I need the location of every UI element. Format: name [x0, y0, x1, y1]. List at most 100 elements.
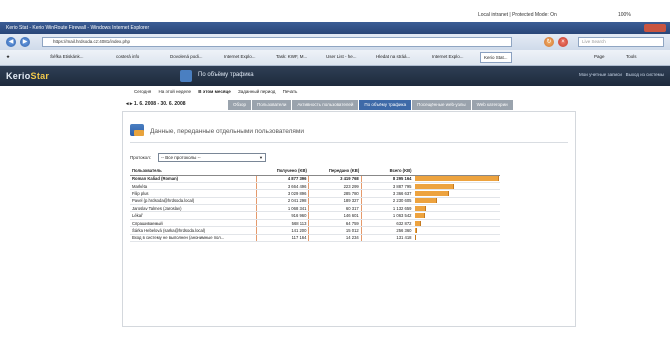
- traffic-bar-cell: [413, 182, 500, 191]
- divider: [130, 142, 568, 143]
- total-cell: 1 063 542: [360, 211, 414, 220]
- prev-period-icon[interactable]: ◂ ▸: [126, 101, 132, 107]
- tab-users[interactable]: Пользователи: [252, 100, 292, 110]
- user-cell[interactable]: Спрашиваемый: [130, 219, 257, 228]
- filter-today[interactable]: Сегодня: [134, 89, 151, 94]
- favorites-tab-bar: ★ Šéfka Etiskánk... costerá info Dovolen…: [0, 50, 670, 66]
- total-cell: 131 418: [360, 234, 414, 243]
- filter-this-month[interactable]: В этом месяце: [198, 89, 231, 94]
- sent-cell: 64 759: [308, 219, 362, 228]
- table-row: Filip plus 3 029 896 285 780 3 366 637: [130, 189, 500, 198]
- user-cell[interactable]: Filip plus: [130, 189, 257, 198]
- col-total[interactable]: Всего (KB): [361, 166, 414, 176]
- traffic-table: Пользователь Получено (KB) Передано (KB)…: [130, 166, 500, 243]
- tab-2[interactable]: costerá info: [116, 54, 139, 59]
- tools-menu[interactable]: Tools: [626, 54, 637, 59]
- table-row: Lékař 916 960 146 601 1 063 542: [130, 211, 500, 220]
- table-header-row: Пользователь Получено (KB) Передано (KB)…: [130, 166, 500, 176]
- filter-custom-period[interactable]: Заданный период: [238, 89, 275, 94]
- window-title: Kerio Stat - Kerio WinRoute Firewall - W…: [6, 25, 150, 31]
- protocol-label: Протокол:: [130, 155, 151, 160]
- received-cell: 2 041 298: [256, 197, 309, 206]
- tab-web-categories[interactable]: Web категории: [471, 100, 513, 110]
- user-cell[interactable]: Lékař: [130, 211, 257, 220]
- traffic-bar-cell: [413, 197, 500, 206]
- tab-by-traffic[interactable]: По объёму трафика: [359, 100, 412, 110]
- total-cell: 632 872: [360, 219, 414, 228]
- tab-visited-sites[interactable]: Посещённые web-узлы: [412, 100, 471, 110]
- traffic-bar: [414, 190, 450, 196]
- protocol-select[interactable]: -- Все протоколы -- ▼: [158, 153, 266, 162]
- sent-cell: 14 234: [308, 234, 362, 243]
- period-filters: Сегодня На этой неделе В этом месяце Зад…: [134, 89, 554, 99]
- table-row: Спрашиваемый 568 113 64 759 632 872: [130, 219, 500, 228]
- user-cell[interactable]: Roman Kaliad (Roman): [130, 175, 257, 183]
- window-close-button[interactable]: [644, 24, 666, 32]
- tab-kerio-stat-active[interactable]: Kerio Stat...: [480, 52, 512, 63]
- table-row: Roman Kaliad (Roman) 4 877 396 3 419 768 8 …: [130, 175, 500, 183]
- tab-4[interactable]: Internet Explo...: [224, 54, 256, 59]
- user-cell[interactable]: Pavel (p.hrdsoda@hrdsoda.local): [130, 197, 257, 206]
- total-cell: 1 132 659: [360, 204, 414, 213]
- table-row: Šárka Hebelová (sarka@hrdsoda.local) 141 …: [130, 226, 500, 235]
- report-tabs: Обзор Пользователи Активность пользовате…: [228, 100, 514, 110]
- received-cell: 4 877 396: [256, 175, 309, 183]
- tab-user-activity[interactable]: Активность пользователей: [292, 100, 359, 110]
- tab-overview[interactable]: Обзор: [228, 100, 251, 110]
- tab-6[interactable]: User List - he...: [326, 54, 357, 59]
- traffic-bar: [414, 205, 427, 211]
- zoom-level[interactable]: 100%: [618, 12, 631, 18]
- traffic-bar: [414, 235, 416, 241]
- tab-8[interactable]: Internet Explo...: [432, 54, 464, 59]
- traffic-bar-cell: [413, 211, 500, 220]
- tab-3[interactable]: Dovolená podi...: [170, 54, 203, 59]
- my-accounts-link[interactable]: Мои учетные записи: [579, 72, 622, 77]
- sent-cell: 285 780: [308, 189, 362, 198]
- page-menu[interactable]: Page: [594, 54, 605, 59]
- col-bar: [413, 166, 500, 176]
- user-cell[interactable]: Jaroslav Talmes (Jaroslav): [130, 204, 257, 213]
- stop-icon[interactable]: ×: [558, 37, 568, 47]
- received-cell: 3 029 896: [256, 189, 309, 198]
- table-row: Pavel (p.hrdsoda@hrdsoda.local) 2 041 298…: [130, 197, 500, 206]
- traffic-bar-cell: [413, 189, 500, 198]
- filter-this-week[interactable]: На этой неделе: [159, 89, 191, 94]
- search-input[interactable]: Live Search: [578, 37, 664, 47]
- system-status-strip: Local intranet | Protected Mode: On 100%: [0, 0, 670, 22]
- sent-cell: 3 419 768: [308, 175, 362, 183]
- table-row: Jaroslav Talmes (Jaroslav) 1 068 341 60 31…: [130, 204, 500, 213]
- received-cell: 916 960: [256, 211, 309, 220]
- tab-7[interactable]: Hledat na stráá...: [376, 54, 410, 59]
- report-title: Данные, переданные отдельными пользовате…: [150, 128, 305, 135]
- sent-cell: 60 317: [308, 204, 362, 213]
- traffic-bar-cell: [413, 234, 500, 243]
- users-report-icon: [130, 124, 144, 136]
- col-user[interactable]: Пользователь: [130, 166, 257, 176]
- logout-link[interactable]: Выход из системы: [626, 72, 664, 77]
- total-cell: 3 887 795: [360, 182, 414, 191]
- col-sent[interactable]: Передано (KB): [308, 166, 362, 176]
- refresh-icon[interactable]: ↻: [544, 37, 554, 47]
- sent-cell: 15 012: [308, 226, 362, 235]
- back-icon[interactable]: ◀: [6, 37, 16, 47]
- print-link[interactable]: Печать: [283, 89, 298, 94]
- tab-1[interactable]: Šéfka Etiskánk...: [50, 54, 84, 59]
- user-cell[interactable]: Šárka Hebelová (sarka@hrdsoda.local): [130, 226, 257, 235]
- total-cell: 3 366 637: [360, 189, 414, 198]
- traffic-bar: [414, 220, 422, 226]
- received-cell: 568 113: [256, 219, 309, 228]
- total-cell: 256 360: [360, 226, 414, 235]
- app-header: KerioStar По объёму трафика Мои учетные …: [0, 66, 670, 86]
- user-cell[interactable]: Markéta: [130, 182, 257, 191]
- sent-cell: 223 299: [308, 182, 362, 191]
- col-received[interactable]: Получено (KB): [256, 166, 309, 176]
- favorites-star-icon[interactable]: ★: [6, 54, 10, 60]
- date-range[interactable]: ◂ ▸ 1. 6. 2008 - 30. 6. 2008: [126, 101, 186, 107]
- forward-icon[interactable]: ▶: [20, 37, 30, 47]
- user-cell[interactable]: Вход в систему не выполнен (анонимные по…: [130, 234, 257, 243]
- chevron-down-icon: ▼: [259, 155, 263, 160]
- table-body: Roman Kaliad (Roman) 4 877 396 3 419 768 8 …: [130, 175, 500, 243]
- tab-5[interactable]: Task: KWF, M...: [276, 54, 307, 59]
- address-input[interactable]: https://mail.hrdsoda.cz:4081/index.php: [42, 37, 512, 47]
- traffic-bar: [414, 198, 438, 204]
